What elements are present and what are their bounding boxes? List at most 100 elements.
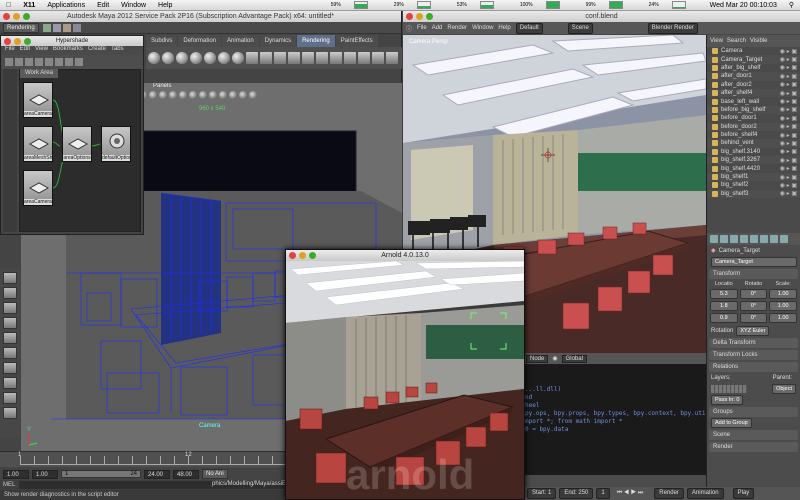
rotation-mode-dropdown[interactable]: XYZ Euler [736,325,770,336]
mode-selector[interactable]: Node [526,354,549,363]
rotation-y-field[interactable]: 0° [739,301,768,311]
hypershade-work-area[interactable]: Work Area areaCamera1 areaMeshSh... area… [19,69,141,232]
blender-menu-window[interactable]: Window [472,25,493,31]
minimize-icon[interactable] [299,252,306,259]
groups-panel[interactable]: Groups [709,407,798,417]
shading-ball-icon[interactable] [209,91,217,99]
hypershade-icon[interactable] [288,52,300,64]
blender-python-console[interactable]: ...ll.dll) nd heel py.ops, bpy.props, bp… [523,364,706,475]
frame-start-field[interactable]: Start: 1 [527,488,557,499]
visibility-toggle-icon[interactable]: ◉ ▸ ▣ [780,148,797,155]
scale-z-field[interactable]: 1.00 [769,313,797,323]
pass-index-field[interactable]: Pass In: 0 [711,394,744,405]
animation-button[interactable]: Animation [686,488,724,499]
layout-graph-icon[interactable] [3,407,17,419]
minimize-icon[interactable] [13,13,20,20]
folder-icon[interactable] [42,23,51,32]
zoom-icon[interactable] [309,252,316,259]
visibility-toggle-icon[interactable]: ◉ ▸ ▣ [780,64,797,71]
visibility-toggle-icon[interactable]: ◉ ▸ ▣ [780,98,797,105]
data-tab-icon[interactable] [770,235,778,243]
outliner-item[interactable]: big_shelf.4420 ◉ ▸ ▣ [707,164,800,172]
outliner-item[interactable]: before_door2 ◉ ▸ ▣ [707,122,800,131]
shading-ball-icon[interactable] [189,91,197,99]
visibility-toggle-icon[interactable]: ◉ ▸ ▣ [780,174,797,181]
input-connections-icon[interactable] [45,58,53,66]
render-settings-icon[interactable] [274,52,286,64]
shading-ball-icon[interactable] [179,91,187,99]
scene-panel[interactable]: Scene [709,430,798,440]
layout-two-icon[interactable] [3,377,17,389]
move-tool-icon[interactable] [3,302,17,314]
transform-panel-header[interactable]: Transform [709,269,798,279]
constraints-tab-icon[interactable] [750,235,758,243]
frame-end-field[interactable]: End: 250 [559,488,594,499]
orientation-selector[interactable]: Global [561,354,587,363]
outliner-item[interactable]: after_door1 ◉ ▸ ▣ [707,72,800,81]
cpu-meter[interactable]: 100% [514,1,566,9]
world-tab-icon[interactable] [730,235,738,243]
shading-ball-icon[interactable] [229,91,237,99]
hs-menu-file[interactable]: File [5,46,15,55]
texture-icon[interactable] [358,52,370,64]
cpu-meter[interactable]: 53% [451,1,500,9]
scene-selector[interactable]: Scene [567,22,593,34]
outliner-item[interactable]: big_shelf2 ◉ ▸ ▣ [707,181,800,189]
range-start-field[interactable]: 1.00 [3,469,29,479]
x11-app-menu[interactable]: X11 [23,2,35,9]
visibility-toggle-icon[interactable]: ◉ ▸ ▣ [780,123,797,130]
hs-menu-edit[interactable]: Edit [20,46,30,55]
blender-menu-file[interactable]: File [417,25,427,31]
clear-graph-icon[interactable] [25,58,33,66]
shading-ball-icon[interactable] [149,91,157,99]
hypershade-node[interactable]: areaMeshSh... [23,126,53,162]
outliner-display-mode[interactable]: Visible [750,38,768,44]
shading-ball-icon[interactable] [249,91,257,99]
menu-help[interactable]: Help [158,2,172,9]
location-x-field[interactable]: 5.3 [710,289,738,299]
layout-single-icon[interactable] [3,347,17,359]
layout-outliner-icon[interactable] [3,392,17,404]
outliner-item[interactable]: after_door2 ◉ ▸ ▣ [707,81,800,89]
hs-menu-create[interactable]: Create [88,46,106,55]
outliner-item[interactable]: Camera_Target ◉ ▸ ▣ [707,55,800,64]
visibility-toggle-icon[interactable]: ◉ ▸ ▣ [780,190,797,197]
visibility-toggle-icon[interactable]: ◉ ▸ ▣ [780,106,797,113]
scale-y-field[interactable]: 1.00 [769,301,797,311]
outliner-item[interactable]: before_big_shelf ◉ ▸ ▣ [707,105,800,115]
playback-start-field[interactable]: 1.00 [32,469,58,479]
render-icon[interactable] [246,52,258,64]
viewport-panels-menu[interactable]: Panels [153,83,171,89]
shader-ball-icon[interactable] [190,52,202,64]
hs-menu-view[interactable]: View [35,46,48,55]
hypershade-node[interactable]: areaCamera1 [23,82,53,118]
relations-panel[interactable]: Relations [709,362,798,372]
visibility-toggle-icon[interactable]: ◉ ▸ ▣ [780,140,797,147]
shader-ball-icon[interactable] [176,52,188,64]
visibility-toggle-icon[interactable]: ◉ ▸ ▣ [780,48,797,55]
clock[interactable]: Wed Mar 20 00:10:03 [710,2,777,9]
shelf-tab-painteffects[interactable]: PaintEffects [335,35,378,47]
blender-menu-add[interactable]: Add [432,25,443,31]
hypershade-node[interactable]: areaOptions [62,126,92,162]
shader-ball-icon[interactable] [204,52,216,64]
outliner-item[interactable]: big_shelf1 ◉ ▸ ▣ [707,172,800,182]
light-icon[interactable] [330,52,342,64]
visibility-toggle-icon[interactable]: ◉ ▸ ▣ [780,73,797,80]
snap-icon[interactable] [72,23,81,32]
zoom-icon[interactable] [24,37,31,45]
light-icon[interactable] [302,52,314,64]
outliner-item[interactable]: behind_vent ◉ ▸ ▣ [707,139,800,148]
select-mode-icon[interactable] [62,23,71,32]
graph-up-icon[interactable] [5,58,13,66]
render-button[interactable]: Render [654,488,684,499]
shader-ball-icon[interactable] [148,52,160,64]
shader-ball-icon[interactable] [218,52,230,64]
menu-edit[interactable]: Edit [97,2,109,9]
outliner-item[interactable]: Camera ◉ ▸ ▣ [707,47,800,55]
shading-icon[interactable]: ◉ [552,355,557,362]
rotation-x-field[interactable]: 0° [739,289,768,299]
transform-locks-panel[interactable]: Transform Locks [709,350,798,360]
shelf-tab-animation[interactable]: Animation [222,35,259,47]
visibility-toggle-icon[interactable]: ◉ ▸ ▣ [780,157,797,164]
